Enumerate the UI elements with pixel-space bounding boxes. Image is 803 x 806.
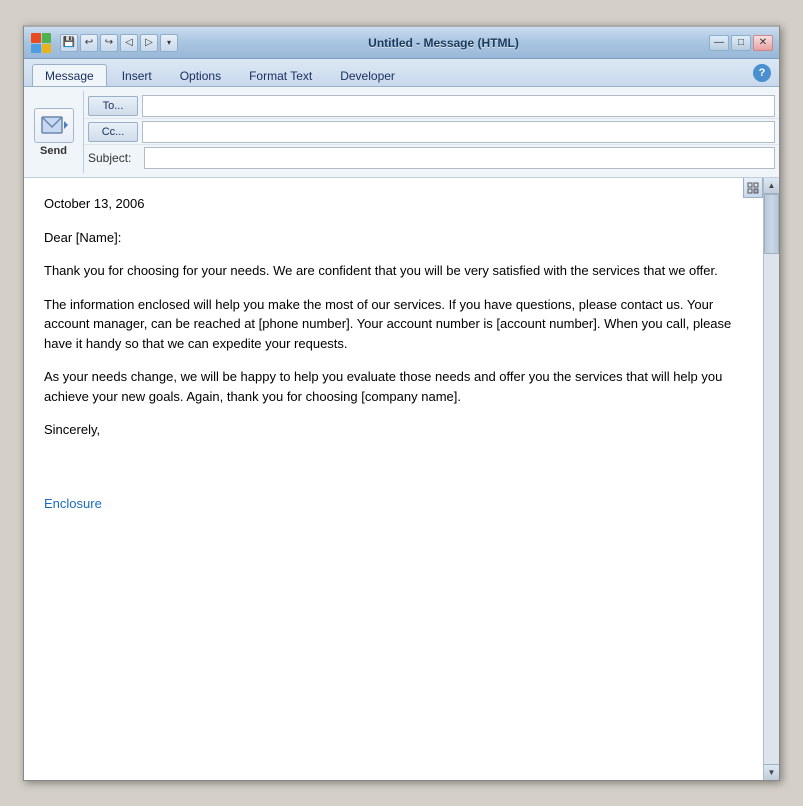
expand-icon[interactable] (743, 178, 763, 198)
email-body[interactable]: October 13, 2006 Dear [Name]: Thank you … (24, 178, 763, 780)
send-label: Send (40, 145, 67, 157)
body-greeting: Dear [Name]: (44, 228, 743, 248)
tab-options[interactable]: Options (167, 64, 234, 86)
tab-format-text[interactable]: Format Text (236, 64, 325, 86)
undo-button[interactable]: ↩ (80, 34, 98, 52)
to-row: To... (84, 93, 779, 119)
title-bar: 💾 ↩ ↪ ◁ ▷ ▾ Untitled - Message (HTML) — … (24, 27, 779, 59)
outlook-window: 💾 ↩ ↪ ◁ ▷ ▾ Untitled - Message (HTML) — … (23, 25, 780, 781)
body-paragraph-3: As your needs change, we will be happy t… (44, 367, 743, 406)
signature-space (44, 454, 743, 494)
tab-developer[interactable]: Developer (327, 64, 408, 86)
ribbon-tabs: Message Insert Options Format Text Devel… (24, 59, 779, 87)
email-body-area: October 13, 2006 Dear [Name]: Thank you … (24, 178, 779, 780)
customize-button[interactable]: ▾ (160, 34, 178, 52)
scroll-down-button[interactable]: ▼ (764, 764, 780, 780)
window-controls: — □ ✕ (709, 35, 773, 51)
subject-row: Subject: (84, 145, 779, 171)
tab-insert[interactable]: Insert (109, 64, 165, 86)
subject-label: Subject: (84, 151, 144, 165)
scroll-thumb-area (764, 194, 779, 764)
help-button[interactable]: ? (753, 64, 771, 82)
redo-button[interactable]: ↪ (100, 34, 118, 52)
back-button[interactable]: ◁ (120, 34, 138, 52)
send-icon-graphic (34, 108, 74, 143)
body-enclosure: Enclosure (44, 494, 743, 514)
forward-button[interactable]: ▷ (140, 34, 158, 52)
email-fields: To... Cc... Subject: (84, 91, 779, 173)
body-closing: Sincerely, (44, 420, 743, 440)
email-header: Send To... Cc... Subject: (24, 87, 779, 178)
cc-button[interactable]: Cc... (88, 122, 138, 142)
tab-message[interactable]: Message (32, 64, 107, 86)
send-area: Send (24, 91, 84, 173)
cc-row: Cc... (84, 119, 779, 145)
window-title: Untitled - Message (HTML) (182, 36, 705, 50)
scroll-up-button[interactable]: ▲ (764, 178, 780, 194)
maximize-button[interactable]: □ (731, 35, 751, 51)
to-input[interactable] (142, 95, 775, 117)
body-paragraph-2: The information enclosed will help you m… (44, 295, 743, 354)
quick-access-toolbar: 💾 ↩ ↪ ◁ ▷ ▾ (60, 34, 178, 52)
minimize-button[interactable]: — (709, 35, 729, 51)
vertical-scrollbar[interactable]: ▲ ▼ (763, 178, 779, 780)
scroll-thumb[interactable] (764, 194, 779, 254)
save-button[interactable]: 💾 (60, 34, 78, 52)
office-logo (30, 32, 52, 54)
cc-input[interactable] (142, 121, 775, 143)
to-button[interactable]: To... (88, 96, 138, 116)
subject-input[interactable] (144, 147, 775, 169)
body-date: October 13, 2006 (44, 194, 743, 214)
close-button[interactable]: ✕ (753, 35, 773, 51)
body-paragraph-1: Thank you for choosing for your needs. W… (44, 261, 743, 281)
